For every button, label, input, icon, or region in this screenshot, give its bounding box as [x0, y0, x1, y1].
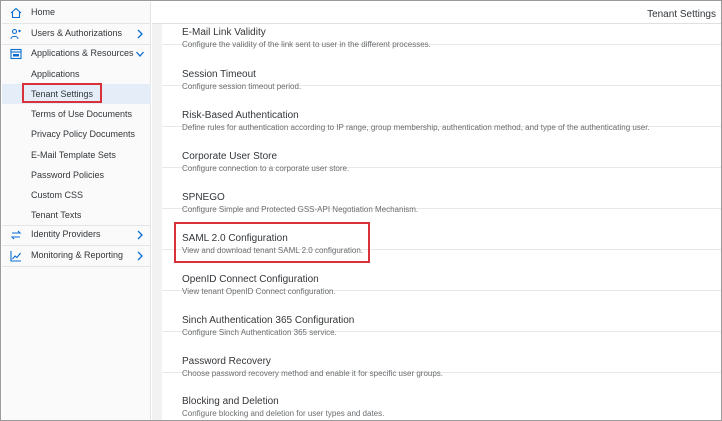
setting-risk-based-authentication[interactable]: Risk-Based Authentication Define rules f…	[162, 86, 721, 132]
sidebar-subitem-terms-of-use[interactable]: Terms of Use Documents	[2, 104, 151, 124]
sidebar-subitem-label: Tenant Texts	[31, 210, 82, 220]
sidebar-subitem-applications[interactable]: Applications	[2, 64, 151, 84]
sidebar-item-monitoring-reporting[interactable]: Monitoring & Reporting	[2, 246, 151, 266]
setting-title: Password Recovery	[182, 356, 271, 367]
setting-spnego[interactable]: SPNEGO Configure Simple and Protected GS…	[162, 168, 721, 214]
sync-icon	[10, 230, 22, 240]
main-panel: Tenant Settings E-Mail Link Validity Con…	[152, 2, 721, 420]
setting-blocking-deletion[interactable]: Blocking and Deletion Configure blocking…	[162, 373, 721, 418]
sidebar-subitem-label: Terms of Use Documents	[31, 109, 133, 119]
chevron-right-icon	[137, 230, 143, 240]
sidebar-item-label: Monitoring & Reporting	[31, 250, 124, 260]
sidebar-item-identity-providers[interactable]: Identity Providers	[2, 225, 151, 245]
chart-icon	[10, 251, 21, 262]
setting-corporate-user-store[interactable]: Corporate User Store Configure connectio…	[162, 127, 721, 173]
setting-session-timeout[interactable]: Session Timeout Configure session timeou…	[162, 45, 721, 91]
page-title: Tenant Settings	[647, 9, 716, 20]
setting-description: Configure blocking and deletion for user…	[182, 409, 385, 418]
setting-title: Blocking and Deletion	[182, 396, 279, 407]
sidebar-subitem-email-templates[interactable]: E-Mail Template Sets	[2, 145, 151, 165]
sidebar-subitem-label: E-Mail Template Sets	[31, 150, 116, 160]
sidebar-item-users-authorizations[interactable]: Users & Authorizations	[2, 24, 151, 44]
sidebar-item-applications-resources[interactable]: Applications & Resources	[2, 44, 151, 64]
user-settings-icon	[10, 28, 21, 40]
sidebar-subitem-label: Custom CSS	[31, 190, 84, 200]
setting-title: E-Mail Link Validity	[182, 27, 266, 38]
chevron-right-icon	[137, 29, 143, 39]
setting-title: Session Timeout	[182, 69, 256, 80]
sidebar-item-label: Identity Providers	[31, 229, 101, 239]
sidebar-subitem-label: Privacy Policy Documents	[31, 129, 136, 139]
setting-title: OpenID Connect Configuration	[182, 274, 319, 285]
sidebar-item-label: Users & Authorizations	[31, 28, 123, 38]
chevron-right-icon	[137, 251, 143, 261]
page-header: Tenant Settings	[152, 2, 721, 24]
sidebar-subitem-privacy-policy[interactable]: Privacy Policy Documents	[2, 124, 151, 144]
sidebar-item-home[interactable]: Home	[2, 3, 151, 23]
setting-title: Sinch Authentication 365 Configuration	[182, 315, 355, 326]
sidebar: Home Users & Authorizations Applications…	[2, 2, 151, 420]
setting-password-recovery[interactable]: Password Recovery Choose password recove…	[162, 332, 721, 378]
app-window-icon	[10, 48, 22, 60]
setting-title: SPNEGO	[182, 192, 225, 203]
sidebar-subitem-custom-css[interactable]: Custom CSS	[2, 185, 151, 205]
setting-sinch-authentication[interactable]: Sinch Authentication 365 Configuration C…	[162, 291, 721, 337]
sidebar-subitem-label: Applications	[31, 69, 80, 79]
sidebar-subitem-password-policies[interactable]: Password Policies	[2, 165, 151, 185]
sidebar-subitem-label: Password Policies	[31, 170, 105, 180]
app-frame: Home Users & Authorizations Applications…	[0, 0, 722, 421]
setting-email-link-validity[interactable]: E-Mail Link Validity Configure the valid…	[162, 24, 721, 49]
sidebar-subitem-tenant-texts[interactable]: Tenant Texts	[2, 205, 151, 225]
setting-title: Risk-Based Authentication	[182, 110, 299, 121]
highlight-box-saml-configuration	[174, 222, 370, 263]
home-icon	[10, 7, 22, 19]
highlight-box-tenant-settings	[22, 83, 102, 103]
divider	[2, 266, 151, 267]
chevron-down-icon	[136, 51, 144, 57]
sidebar-item-label: Applications & Resources	[31, 48, 134, 58]
sidebar-item-label: Home	[31, 7, 56, 17]
setting-title: Corporate User Store	[182, 151, 278, 162]
